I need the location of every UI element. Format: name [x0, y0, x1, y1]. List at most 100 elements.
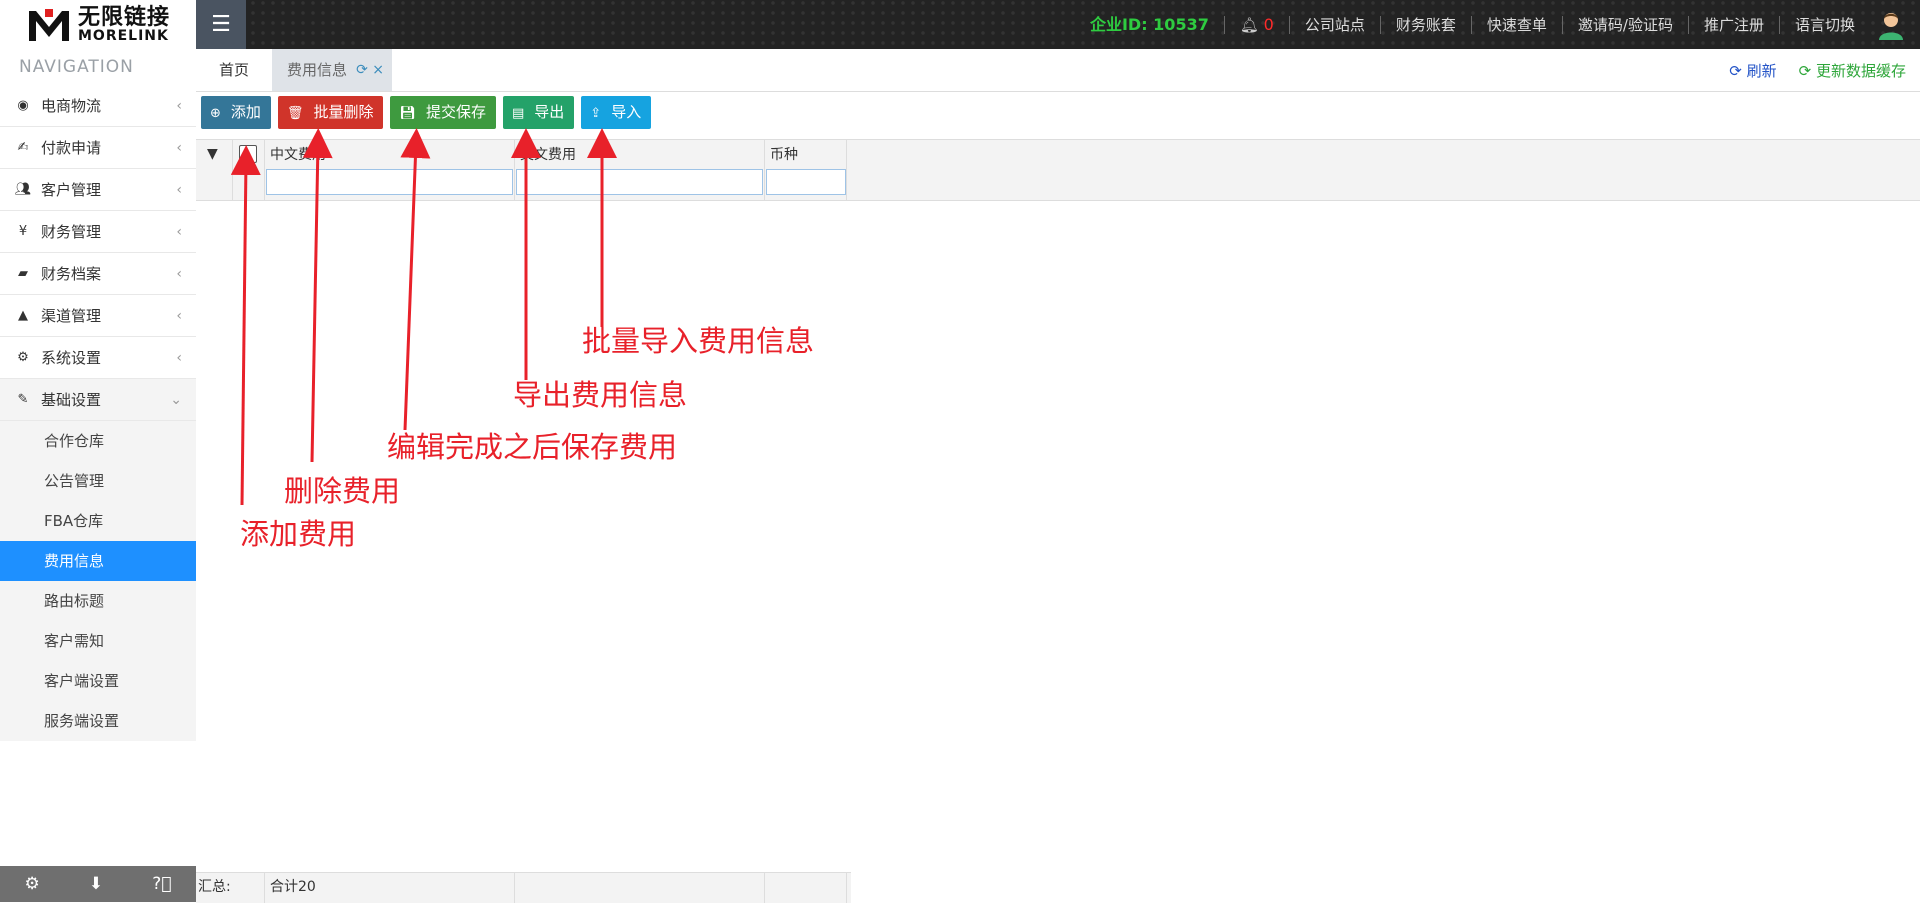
- notification-count: 0: [1263, 14, 1274, 34]
- refresh-button[interactable]: ⟳ 刷新: [1729, 60, 1776, 81]
- hamburger-icon: ☰: [211, 12, 231, 37]
- finance-account-link[interactable]: 财务账套: [1379, 15, 1471, 34]
- tab-home[interactable]: 首页: [196, 49, 272, 91]
- promo-register-link[interactable]: 推广注册: [1687, 15, 1779, 34]
- tab-refresh-icon[interactable]: ⟳: [356, 62, 368, 78]
- sidebar-subitem-partner-warehouse[interactable]: 合作仓库: [0, 421, 196, 461]
- tab-actions: ⟳ 刷新 ⟳ 更新数据缓存: [1707, 49, 1906, 91]
- users-icon: 👥︎: [14, 182, 32, 197]
- sidebar-item-label: 基础设置: [41, 391, 102, 409]
- sidebar-item-label: 电商物流: [41, 97, 102, 115]
- import-button[interactable]: ⇪ 导入: [581, 96, 652, 129]
- sidebar-subitem-announcements[interactable]: 公告管理: [0, 461, 196, 501]
- payment-icon: ✍: [17, 140, 29, 155]
- sidebar-item-payment-request[interactable]: ✍ 付款申请 ‹: [0, 127, 196, 169]
- sidebar-item-label: 付款申请: [41, 139, 102, 157]
- filter-cell[interactable]: ▼: [196, 140, 233, 200]
- quick-order-lookup-link[interactable]: 快速查单: [1470, 15, 1562, 34]
- submit-save-button[interactable]: 💾︎ 提交保存: [390, 96, 496, 129]
- help-icon[interactable]: ?⃝: [152, 874, 171, 894]
- logo[interactable]: 无限链接 MORELINK: [0, 0, 196, 49]
- chevron-left-icon: ‹: [176, 97, 182, 114]
- invite-code-link[interactable]: 邀请码/验证码: [1561, 15, 1688, 34]
- language-switch-link[interactable]: 语言切换: [1778, 15, 1870, 34]
- user-avatar-icon[interactable]: [1876, 10, 1906, 40]
- summary-label: 汇总:: [196, 873, 265, 903]
- sidebar-item-channel-management[interactable]: ▲ 渠道管理 ‹: [0, 295, 196, 337]
- grid-summary-row: 汇总: 合计20: [196, 872, 851, 903]
- sidebar-subitem-fba-warehouse[interactable]: FBA仓库: [0, 501, 196, 541]
- bell-icon: 🔔︎: [1239, 15, 1259, 34]
- column-english-fee[interactable]: 英文费用: [515, 140, 765, 200]
- tab-label: 费用信息: [287, 61, 348, 79]
- logo-cn-text: 无限链接: [77, 4, 170, 30]
- filter-icon: ▼: [207, 146, 218, 162]
- settings-gear-icon[interactable]: ⚙: [25, 874, 40, 894]
- refresh-label: 刷新: [1746, 61, 1777, 80]
- sidebar-item-basic-settings[interactable]: ✎ 基础设置 ⌄: [0, 379, 196, 421]
- sidebar-item-finance-management[interactable]: ¥ 财务管理 ‹: [0, 211, 196, 253]
- arrow-to-add: [230, 145, 261, 506]
- annotation-save: 编辑完成之后保存费用: [387, 430, 678, 464]
- file-icon: ▤: [511, 106, 525, 121]
- add-button[interactable]: ⊕ 添加: [201, 96, 271, 129]
- tab-fee-info[interactable]: 费用信息 ⟳ ×: [272, 49, 392, 91]
- trash-icon: 🗑︎: [286, 106, 304, 121]
- tab-close-icon[interactable]: ×: [372, 62, 384, 78]
- yen-icon: ¥: [18, 224, 28, 239]
- sidebar-subitem-client-settings[interactable]: 客户端设置: [0, 661, 196, 701]
- sidebar-subitem-fee-info[interactable]: 费用信息: [0, 541, 196, 581]
- summary-empty-cell: [515, 873, 765, 903]
- annotation-delete: 删除费用: [284, 474, 401, 508]
- sidebar-footer: ⚙ ⬇ ?⃝: [0, 866, 196, 902]
- download-icon[interactable]: ⬇: [89, 874, 103, 894]
- column-chinese-fee[interactable]: 中文费用: [265, 140, 515, 200]
- upload-icon: ⇪: [590, 106, 602, 121]
- notifications-button[interactable]: 🔔︎ 0: [1223, 14, 1289, 34]
- currency-filter-input[interactable]: [766, 169, 846, 195]
- sidebar-item-label: 财务管理: [41, 223, 102, 241]
- english-fee-filter-input[interactable]: [516, 169, 763, 195]
- update-cache-button[interactable]: ⟳ 更新数据缓存: [1799, 60, 1906, 81]
- sidebar-item-label: 财务档案: [41, 265, 102, 283]
- sidebar-subitem-customer-notice[interactable]: 客户需知: [0, 621, 196, 661]
- nav-title: NAVIGATION: [19, 57, 134, 77]
- select-all-checkbox[interactable]: [239, 145, 257, 163]
- sidebar-item-ecommerce-logistics[interactable]: ◉ 电商物流 ‹: [0, 85, 196, 127]
- batch-delete-label: 批量删除: [313, 103, 374, 121]
- sidebar-item-customer-management[interactable]: 👥︎ 客户管理 ‹: [0, 169, 196, 211]
- update-cache-label: 更新数据缓存: [1815, 61, 1906, 80]
- sidebar-item-finance-archive[interactable]: ▰ 财务档案 ‹: [0, 253, 196, 295]
- sidebar-subitem-route-titles[interactable]: 路由标题: [0, 581, 196, 621]
- top-nav: 企业ID: 10537 🔔︎ 0 公司站点 财务账套 快速查单 邀请码/验证码 …: [1075, 0, 1920, 49]
- sidebar-item-system-settings[interactable]: ⚙ 系统设置 ‹: [0, 337, 196, 379]
- annotation-add: 添加费用: [240, 517, 357, 551]
- column-header-label: 币种: [770, 147, 798, 163]
- tab-bar: 首页 费用信息 ⟳ × ⟳ 刷新 ⟳ 更新数据缓存: [196, 49, 1920, 92]
- refresh-icon: ⟳: [1798, 61, 1812, 80]
- sidebar-item-label: 客户管理: [41, 181, 102, 199]
- select-all-cell: [233, 140, 265, 200]
- import-label: 导入: [611, 103, 642, 121]
- chevron-left-icon: ‹: [176, 139, 182, 156]
- logo-en-text: MORELINK: [77, 27, 169, 44]
- road-icon: ▲: [18, 308, 28, 323]
- chinese-fee-filter-input[interactable]: [266, 169, 513, 195]
- column-currency[interactable]: 币种: [765, 140, 847, 200]
- menu-toggle-button[interactable]: ☰: [196, 0, 246, 49]
- batch-delete-button[interactable]: 🗑︎ 批量删除: [277, 96, 384, 129]
- company-site-link[interactable]: 公司站点: [1288, 15, 1380, 34]
- submit-save-label: 提交保存: [425, 103, 486, 121]
- morelink-logo-icon: [28, 8, 69, 41]
- toolbar: ⊕ 添加 🗑︎ 批量删除 💾︎ 提交保存 ▤ 导出 ⇪ 导入: [201, 96, 658, 131]
- sidebar-subitem-server-settings[interactable]: 服务端设置: [0, 701, 196, 741]
- refresh-icon: ⟳: [1729, 61, 1742, 80]
- chevron-left-icon: ‹: [176, 349, 182, 366]
- export-button[interactable]: ▤ 导出: [502, 96, 575, 129]
- annotation-import: 批量导入费用信息: [582, 324, 815, 358]
- company-id: 企业ID: 10537: [1089, 14, 1209, 34]
- gear-icon: ⚙: [17, 350, 29, 365]
- chevron-down-icon: ⌄: [170, 391, 182, 408]
- summary-total: 合计20: [265, 873, 515, 903]
- chevron-left-icon: ‹: [176, 223, 182, 240]
